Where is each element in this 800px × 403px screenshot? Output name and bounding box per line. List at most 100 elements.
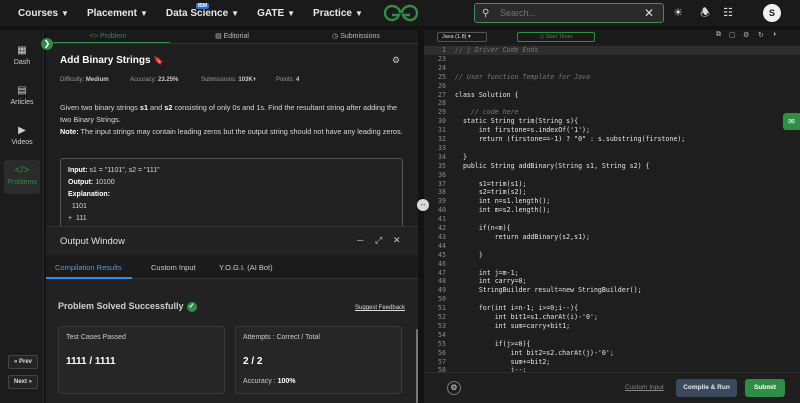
tab-yogi-ai-bot[interactable]: Y.O.G.I. (AI Bot): [219, 263, 273, 272]
code-line[interactable]: 45 }: [424, 251, 800, 260]
prev-button[interactable]: « Prev: [8, 355, 38, 369]
close-icon[interactable]: ✕: [644, 6, 658, 20]
line-number: 45: [438, 250, 446, 259]
next-button[interactable]: Next »: [8, 375, 38, 389]
submit-button[interactable]: Submit: [745, 379, 785, 397]
meta-label: Points:: [276, 77, 295, 83]
code-line[interactable]: 44: [424, 242, 800, 251]
search-input[interactable]: [500, 8, 644, 18]
code-line[interactable]: 29 // code here: [424, 108, 800, 117]
theme-icon[interactable]: ◑: [772, 31, 776, 38]
start-timer-button[interactable]: ◷ Start Timer: [517, 32, 595, 42]
code-line[interactable]: 27 class Solution {: [424, 91, 800, 100]
code-line[interactable]: 51 for(int i=n-1; i>=0;i--){: [424, 304, 800, 313]
sidebar-item-problems[interactable]: </> Problems: [4, 160, 40, 194]
expand-icon[interactable]: ⤢: [375, 235, 382, 246]
code-line[interactable]: 42 if(n<m){: [424, 224, 800, 233]
theme-toggle-icon[interactable]: ☀: [670, 5, 686, 21]
code-line[interactable]: 34 }: [424, 153, 800, 162]
code-line[interactable]: 24: [424, 64, 800, 73]
nav-data-science[interactable]: IBM Data Science ▼: [166, 2, 240, 19]
tab-custom-input[interactable]: Custom Input: [151, 263, 196, 272]
code-line[interactable]: 53 int sum=carry+bit1;: [424, 322, 800, 331]
compile-run-button[interactable]: Compile & Run: [676, 379, 737, 397]
tab-problem[interactable]: <> Problem: [46, 30, 170, 43]
code-line[interactable]: 50: [424, 295, 800, 304]
tab-submissions[interactable]: ◷ Submissions: [294, 30, 418, 43]
code-line[interactable]: 35 public String addBinary(String s1, St…: [424, 162, 800, 171]
gfg-logo-icon[interactable]: [384, 4, 418, 22]
tab-compilation-results[interactable]: Compilation Results: [55, 263, 122, 272]
code-icon: </>: [14, 165, 30, 176]
code-line[interactable]: 46: [424, 260, 800, 269]
sidebar-item-videos[interactable]: ▶ Videos: [4, 120, 40, 154]
code-line[interactable]: 37 s1=trim(s1);: [424, 180, 800, 189]
resize-handle-icon[interactable]: ↔: [417, 199, 429, 211]
sidebar-item-articles[interactable]: ▤ Articles: [4, 80, 40, 114]
nav-courses[interactable]: Courses ▼: [18, 8, 69, 19]
settings-icon[interactable]: ⚙: [743, 31, 749, 39]
code-area[interactable]: 1 // } Driver Code Ends 23 24 25 // User func…: [424, 46, 800, 376]
code-line[interactable]: 49 StringBuilder result=new StringBuilde…: [424, 286, 800, 295]
code-line[interactable]: 48 int carry=0;: [424, 277, 800, 286]
code-text: public String addBinary(String s1, Strin…: [455, 161, 650, 170]
problem-title: Add Binary Strings 🔖: [60, 55, 164, 66]
code-line[interactable]: 39 int n=s1.length();: [424, 197, 800, 206]
code-line[interactable]: 1 // } Driver Code Ends: [424, 46, 800, 55]
notification-bell-icon[interactable]: 🕭: [697, 5, 713, 21]
output-window-title: Output Window: [60, 236, 125, 247]
code-line[interactable]: 40 int m=s2.length();: [424, 206, 800, 215]
close-icon[interactable]: ✕: [393, 235, 401, 246]
code-line[interactable]: 33: [424, 144, 800, 153]
sidebar-item-label: Problems: [7, 179, 37, 186]
tab-label: Submissions: [340, 33, 380, 40]
code-line[interactable]: 57 sum+=bit2;: [424, 358, 800, 367]
custom-input-link[interactable]: Custom Input: [625, 384, 664, 391]
code-line[interactable]: 30 static String trim(String s){: [424, 117, 800, 126]
example-input: Input: s1 = "1101", s2 = "111": [68, 165, 395, 177]
search-box[interactable]: ⚲ ✕: [474, 3, 664, 23]
chevron-down-icon: ▼: [231, 8, 240, 18]
suggest-feedback-link[interactable]: Suggest Feedback: [355, 305, 405, 311]
tab-editorial[interactable]: ▤ Editorial: [170, 30, 294, 43]
code-line[interactable]: 47 int j=m-1;: [424, 269, 800, 278]
code-line[interactable]: 28: [424, 99, 800, 108]
chat-icon[interactable]: ✉: [783, 113, 800, 130]
code-line[interactable]: 38 s2=trim(s2);: [424, 188, 800, 197]
translate-icon[interactable]: ☷: [720, 5, 736, 21]
sidebar-item-dash[interactable]: ▦ Dash: [4, 40, 40, 74]
code-line[interactable]: 31 int firstone=s.indexOf('1');: [424, 126, 800, 135]
document-icon: ▤: [215, 33, 224, 40]
code-line[interactable]: 23: [424, 55, 800, 64]
expand-sidebar-icon[interactable]: ❯: [41, 38, 53, 50]
gear-icon[interactable]: ⚙: [447, 381, 461, 395]
code-text: s2=trim(s2);: [455, 188, 527, 197]
line-number: 32: [438, 135, 446, 143]
fullscreen-icon[interactable]: ▢: [729, 31, 736, 39]
code-line[interactable]: 43 return addBinary(s2,s1);: [424, 233, 800, 242]
code-line[interactable]: 41: [424, 215, 800, 224]
report-bug-icon[interactable]: ⚙: [392, 55, 400, 66]
meta-value: Medium: [85, 77, 109, 83]
nav-practice[interactable]: Practice ▼: [313, 8, 363, 19]
code-line[interactable]: 32 return (firstone==-1) ? "0" : s.subst…: [424, 135, 800, 144]
code-line[interactable]: 55 if(j>=0){: [424, 340, 800, 349]
code-line[interactable]: 36: [424, 171, 800, 180]
sidebar-item-label: Videos: [11, 139, 33, 146]
code-line[interactable]: 54: [424, 331, 800, 340]
reset-icon[interactable]: ↻: [758, 31, 764, 39]
code-line[interactable]: 52 int bit1=s1.charAt(i)-'0';: [424, 313, 800, 322]
language-select[interactable]: Java (1.8) ▾: [437, 32, 487, 42]
chevron-down-icon: ▼: [139, 8, 148, 18]
code-line[interactable]: 56 int bit2=s2.charAt(j)-'0';: [424, 349, 800, 358]
copy-icon[interactable]: ⧉: [716, 31, 721, 39]
nav-placement[interactable]: Placement ▼: [87, 8, 148, 19]
code-line[interactable]: 26: [424, 82, 800, 91]
code-text: StringBuilder result=new StringBuilder()…: [455, 286, 642, 295]
line-number: 41: [438, 215, 446, 224]
avatar[interactable]: S: [763, 4, 781, 22]
code-line[interactable]: 25 // User function Template for Java: [424, 73, 800, 82]
nav-gate[interactable]: GATE ▼: [257, 8, 295, 19]
minimize-icon[interactable]: ─: [357, 235, 363, 245]
bookmark-icon[interactable]: 🔖: [154, 56, 164, 65]
